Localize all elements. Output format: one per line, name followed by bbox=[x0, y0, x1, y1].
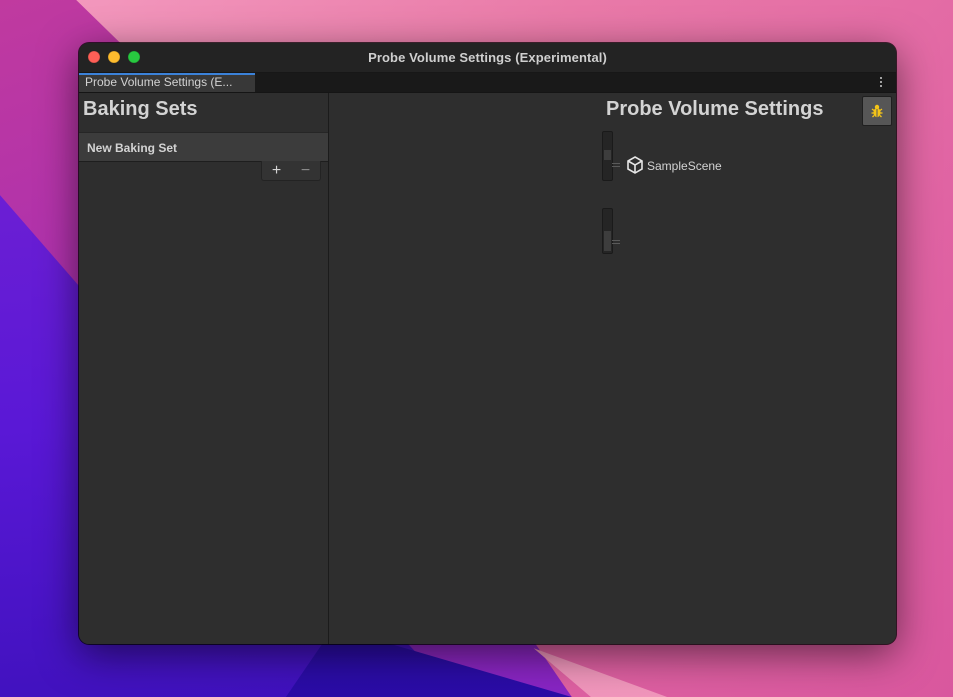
settings-pane: Probe Volume Settings SampleScene bbox=[329, 93, 896, 644]
probe-volume-window: Probe Volume Settings (Experimental) Pro… bbox=[79, 43, 896, 644]
baking-sets-heading: Baking Sets bbox=[83, 98, 198, 120]
scene-reorder-handle[interactable] bbox=[602, 208, 613, 254]
scene-list: SampleScene bbox=[602, 131, 762, 183]
tab-probe-volume-settings[interactable]: Probe Volume Settings (E... bbox=[79, 73, 255, 92]
baking-set-name: New Baking Set bbox=[87, 141, 178, 155]
list-footer: + − bbox=[261, 161, 321, 181]
window-title: Probe Volume Settings (Experimental) bbox=[368, 50, 607, 65]
baking-sets-pane: Baking Sets New Baking Set + − bbox=[79, 93, 329, 644]
minimize-button[interactable] bbox=[108, 51, 120, 63]
scene-reorder-handle[interactable] bbox=[602, 131, 613, 181]
bug-icon bbox=[871, 104, 883, 118]
title-bar[interactable]: Probe Volume Settings (Experimental) bbox=[79, 43, 896, 73]
debug-button[interactable] bbox=[862, 96, 892, 126]
scene-name[interactable]: SampleScene bbox=[647, 159, 722, 173]
unity-scene-icon bbox=[627, 156, 643, 174]
close-button[interactable] bbox=[88, 51, 100, 63]
grip-icon bbox=[612, 240, 620, 244]
window-controls bbox=[88, 51, 140, 63]
tab-bar: Probe Volume Settings (E... bbox=[79, 73, 896, 93]
more-options-icon[interactable] bbox=[878, 75, 884, 89]
maximize-button[interactable] bbox=[128, 51, 140, 63]
grip-icon bbox=[612, 163, 620, 167]
list-item[interactable]: New Baking Set bbox=[79, 132, 328, 162]
page-title: Probe Volume Settings bbox=[606, 98, 824, 120]
add-baking-set-button[interactable]: + bbox=[267, 162, 287, 179]
scene-list-second bbox=[602, 208, 762, 260]
remove-baking-set-button[interactable]: − bbox=[296, 162, 316, 179]
